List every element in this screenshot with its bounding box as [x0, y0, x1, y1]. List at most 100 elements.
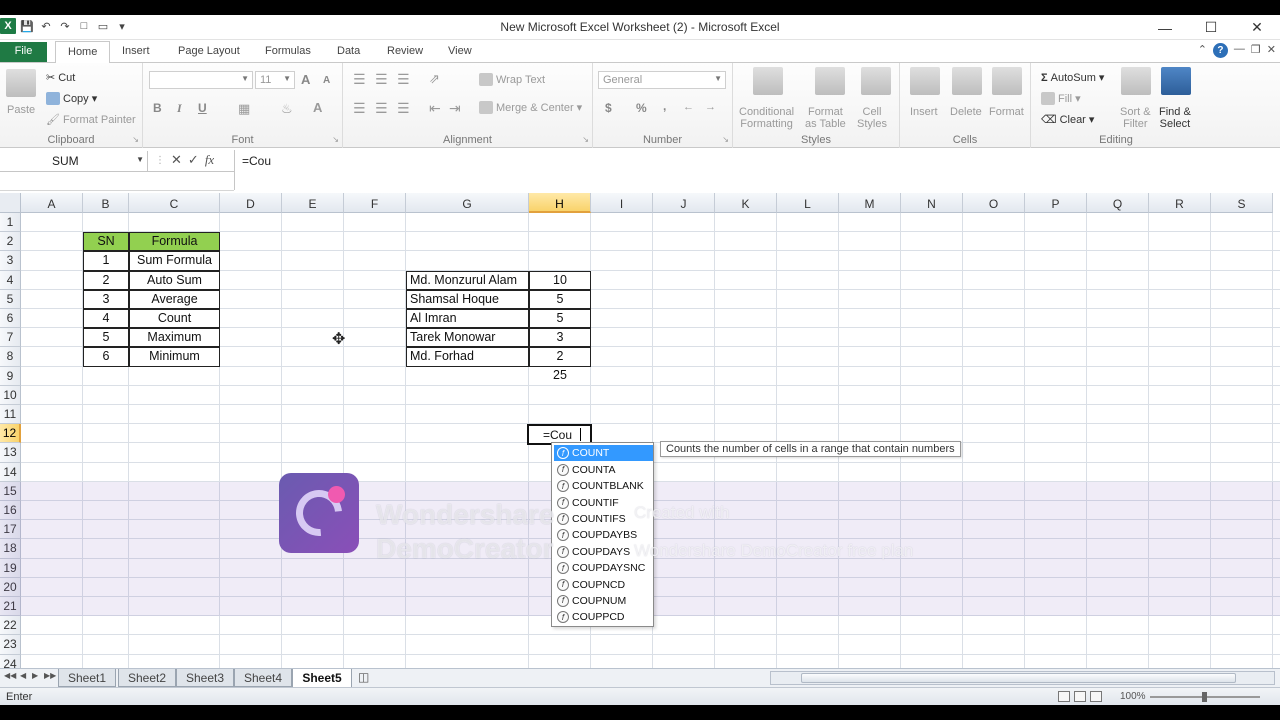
column-header-s[interactable]: S [1211, 193, 1273, 213]
table1-header-sn[interactable]: SN [83, 232, 129, 252]
row-header-13[interactable]: 13 [0, 443, 21, 463]
autocomplete-item-coupnum[interactable]: f COUPNUM [554, 593, 653, 609]
align-right-icon[interactable]: ☰ [397, 100, 410, 117]
select-all-corner[interactable] [0, 193, 21, 213]
table1-cell[interactable]: 2 [83, 270, 129, 290]
currency-button[interactable]: $ [605, 101, 612, 115]
autocomplete-item-countblank[interactable]: f COUNTBLANK [554, 478, 653, 494]
maximize-icon[interactable]: ☐ [1188, 15, 1234, 40]
table1-cell[interactable]: Minimum [129, 347, 220, 367]
table1-cell[interactable]: 5 [83, 328, 129, 348]
number-format-select[interactable]: General ▼ [598, 71, 726, 89]
grow-font-button[interactable]: A [301, 72, 310, 87]
tab-home[interactable]: Home [55, 41, 111, 63]
table1-cell[interactable]: 4 [83, 309, 129, 329]
table2-total-cell[interactable]: 25 [529, 367, 591, 386]
cancel-entry-icon[interactable]: ✕ [171, 152, 182, 168]
formula-input[interactable]: =Cou [234, 150, 1280, 190]
table2-value-cell[interactable]: 10 [529, 270, 591, 290]
clear-button[interactable]: ⌫ Clear ▾ [1041, 113, 1094, 127]
doc-restore-icon[interactable]: ❐ [1251, 43, 1261, 58]
format-cells-button[interactable]: Format [989, 106, 1024, 118]
confirm-entry-icon[interactable]: ✓ [188, 152, 199, 168]
function-autocomplete-list[interactable]: f COUNT f COUNTA f COUNTBLANK f COUNTIF f COUNTIF… [551, 442, 654, 627]
worksheet-grid[interactable]: ABCDEFGHIJKLMNOPQRS 1 2 3 4 5 6 7 8 9 10 11 12 13 14 1… [0, 193, 1280, 673]
minimize-ribbon-icon[interactable]: ⌃ [1198, 43, 1207, 58]
decrease-indent-icon[interactable]: ⇤ [429, 100, 441, 117]
normal-view-icon[interactable] [1058, 691, 1070, 702]
column-header-l[interactable]: L [777, 193, 839, 213]
cell-styles-button[interactable]: Cell Styles [857, 106, 887, 130]
align-top-icon[interactable]: ☰ [353, 71, 366, 88]
table2-name-cell[interactable]: Shamsal Hoque [406, 289, 529, 309]
bold-button[interactable]: B [153, 101, 162, 115]
autosum-button[interactable]: Σ AutoSum ▾ [1041, 71, 1104, 85]
column-header-i[interactable]: I [591, 193, 653, 213]
table2-name-cell[interactable]: Al Imran [406, 309, 529, 329]
table2-name-cell[interactable]: Tarek Monowar [406, 328, 529, 348]
fill-button[interactable]: Fill ▾ [1041, 92, 1081, 105]
tab-data[interactable]: Data [329, 43, 368, 59]
autocomplete-item-coupncd[interactable]: f COUPNCD [554, 577, 653, 593]
autocomplete-item-count[interactable]: f COUNT [554, 445, 653, 462]
page-break-view-icon[interactable] [1090, 691, 1102, 702]
tab-formulas[interactable]: Formulas [257, 43, 319, 59]
percent-button[interactable]: % [636, 101, 647, 115]
table2-value-cell[interactable]: 2 [529, 347, 591, 367]
row-header-3[interactable]: 3 [0, 251, 21, 271]
zoom-slider-knob[interactable] [1202, 692, 1207, 702]
last-sheet-icon[interactable]: ▶▶ [44, 671, 56, 680]
font-launcher-icon[interactable]: ↘ [332, 135, 339, 144]
row-header-7[interactable]: 7 [0, 328, 21, 348]
column-header-k[interactable]: K [715, 193, 777, 213]
doc-minimize-icon[interactable]: — [1234, 43, 1245, 58]
column-header-b[interactable]: B [83, 193, 129, 213]
row-header-22[interactable]: 22 [0, 616, 21, 636]
italic-button[interactable]: I [177, 101, 182, 116]
table1-cell[interactable]: 1 [83, 251, 129, 271]
find-select-button[interactable]: Find & Select [1159, 106, 1191, 130]
tab-page-layout[interactable]: Page Layout [170, 43, 248, 59]
conditional-formatting-button[interactable]: Conditional Formatting [739, 106, 794, 130]
row-header-4[interactable]: 4 [0, 270, 21, 290]
alignment-launcher-icon[interactable]: ↘ [582, 135, 589, 144]
insert-worksheet-icon[interactable]: ◫ [358, 670, 369, 684]
table2-value-cell[interactable]: 5 [529, 309, 591, 329]
wrap-text-button[interactable]: Wrap Text [479, 73, 545, 86]
row-header-2[interactable]: 2 [0, 232, 21, 252]
autocomplete-item-coupdaysnc[interactable]: f COUPDAYSNC [554, 560, 653, 576]
tab-view[interactable]: View [440, 43, 480, 59]
font-color-icon[interactable]: A [313, 100, 322, 115]
row-header-8[interactable]: 8 [0, 347, 21, 367]
row-header-23[interactable]: 23 [0, 635, 21, 655]
align-center-icon[interactable]: ☰ [375, 100, 388, 117]
sheet-tab-sheet5[interactable]: Sheet5 [292, 669, 352, 688]
font-size-select[interactable]: 11 ▼ [255, 71, 295, 89]
underline-button[interactable]: U [198, 101, 207, 115]
comma-button[interactable]: , [663, 99, 666, 113]
table1-cell[interactable]: Maximum [129, 328, 220, 348]
tab-review[interactable]: Review [379, 43, 431, 59]
orientation-icon[interactable]: ⇗ [429, 71, 440, 87]
prev-sheet-icon[interactable]: ◀ [20, 671, 26, 680]
table1-cell[interactable]: 3 [83, 289, 129, 309]
table1-cell[interactable]: Auto Sum [129, 270, 220, 290]
zoom-slider[interactable] [1150, 692, 1260, 702]
increase-indent-icon[interactable]: ⇥ [449, 100, 461, 117]
column-header-a[interactable]: A [21, 193, 83, 213]
row-header-5[interactable]: 5 [0, 289, 21, 309]
table2-value-cell[interactable]: 3 [529, 328, 591, 348]
sheet-tab-sheet3[interactable]: Sheet3 [176, 669, 234, 687]
column-header-q[interactable]: Q [1087, 193, 1149, 213]
row-header-14[interactable]: 14 [0, 462, 21, 482]
copy-button[interactable]: Copy ▾ [46, 92, 97, 105]
tab-file[interactable]: File [0, 42, 47, 62]
merge-center-button[interactable]: Merge & Center ▾ [479, 101, 582, 114]
doc-close-icon[interactable]: ✕ [1267, 43, 1276, 58]
column-header-h[interactable]: H [529, 193, 591, 213]
next-sheet-icon[interactable]: ▶ [32, 671, 38, 680]
table2-name-cell[interactable]: Md. Forhad [406, 347, 529, 367]
row-header-1[interactable]: 1 [0, 213, 21, 233]
column-header-o[interactable]: O [963, 193, 1025, 213]
column-header-p[interactable]: P [1025, 193, 1087, 213]
